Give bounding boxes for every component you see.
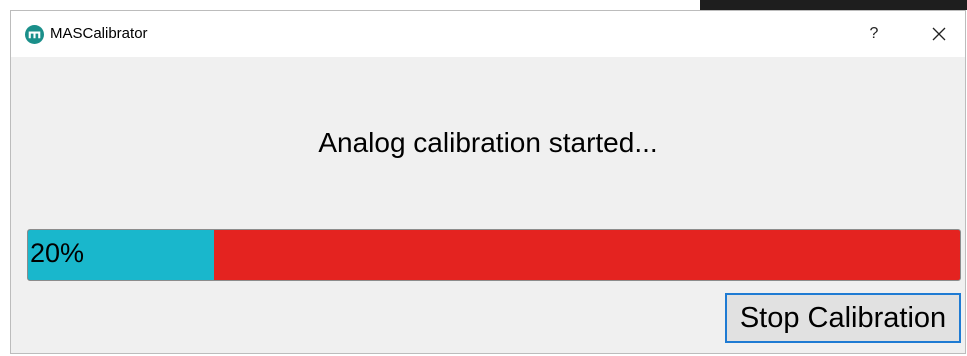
status-message: Analog calibration started... — [318, 127, 658, 158]
close-icon — [932, 27, 946, 41]
stop-calibration-button[interactable]: Stop Calibration — [725, 293, 961, 343]
background-window-edge — [700, 0, 967, 10]
progress-label: 20% — [30, 238, 85, 268]
mascalibrator-app-icon — [25, 25, 44, 44]
help-button[interactable]: ? — [857, 17, 891, 51]
calibration-progress-bar: 20% — [27, 229, 961, 281]
calibration-dialog: MASCalibrator ? Analog calibration start… — [10, 10, 966, 354]
window-title: MASCalibrator — [50, 25, 148, 42]
title-bar: MASCalibrator ? — [11, 11, 965, 57]
close-button[interactable] — [917, 17, 961, 51]
